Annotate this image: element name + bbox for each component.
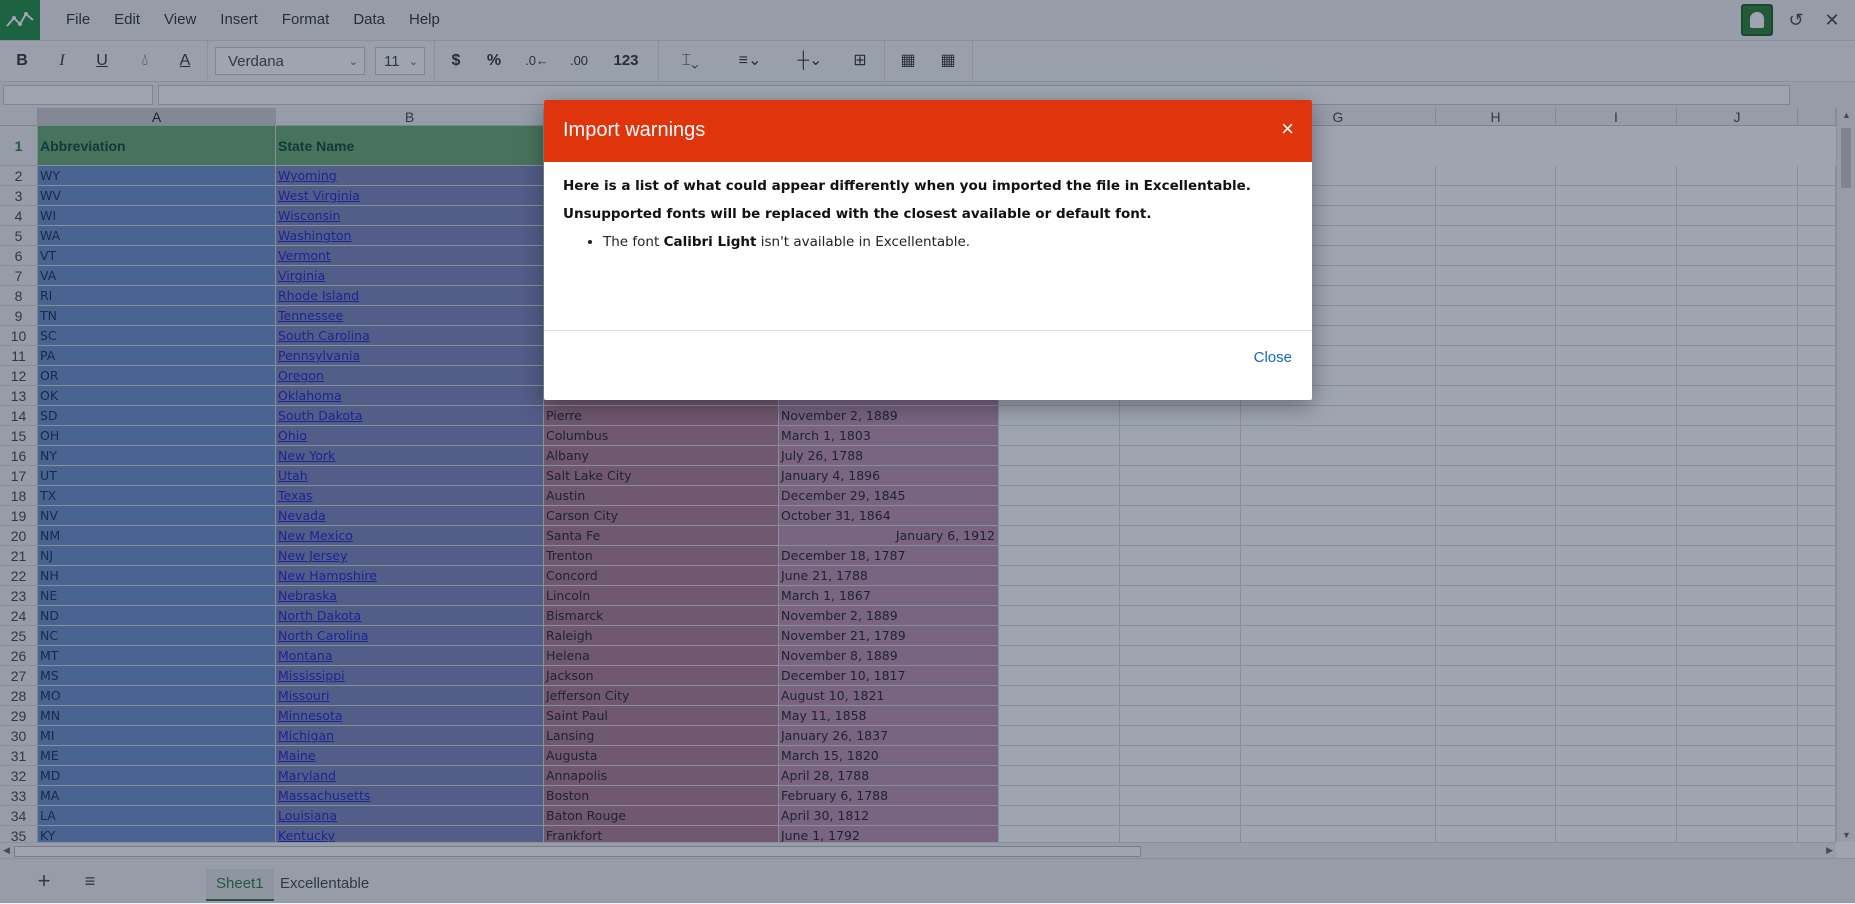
- dialog-header: Import warnings ×: [544, 100, 1312, 162]
- fonts-heading: Unsupported fonts will be replaced with …: [563, 206, 1152, 222]
- close-icon[interactable]: ×: [1281, 118, 1294, 140]
- dialog-title: Import warnings: [563, 119, 706, 141]
- dialog-body: Here is a list of what could appear diff…: [544, 162, 1312, 331]
- font-item-name: Calibri Light: [663, 234, 757, 250]
- close-button[interactable]: Close: [1254, 349, 1292, 366]
- spreadsheet-app: File Edit View Insert Format Data Help ↺…: [0, 0, 1855, 904]
- import-warnings-dialog: Import warnings × Here is a list of what…: [544, 100, 1312, 400]
- dialog-footer: Close: [544, 331, 1312, 399]
- dialog-intro: Here is a list of what could appear diff…: [563, 178, 1251, 194]
- font-item-prefix: The font: [603, 234, 664, 250]
- font-item-suffix: isn't available in Excellentable.: [756, 234, 971, 250]
- font-warning-list: The font Calibri Light isn't available i…: [563, 234, 1293, 250]
- font-warning-item: The font Calibri Light isn't available i…: [603, 234, 1293, 250]
